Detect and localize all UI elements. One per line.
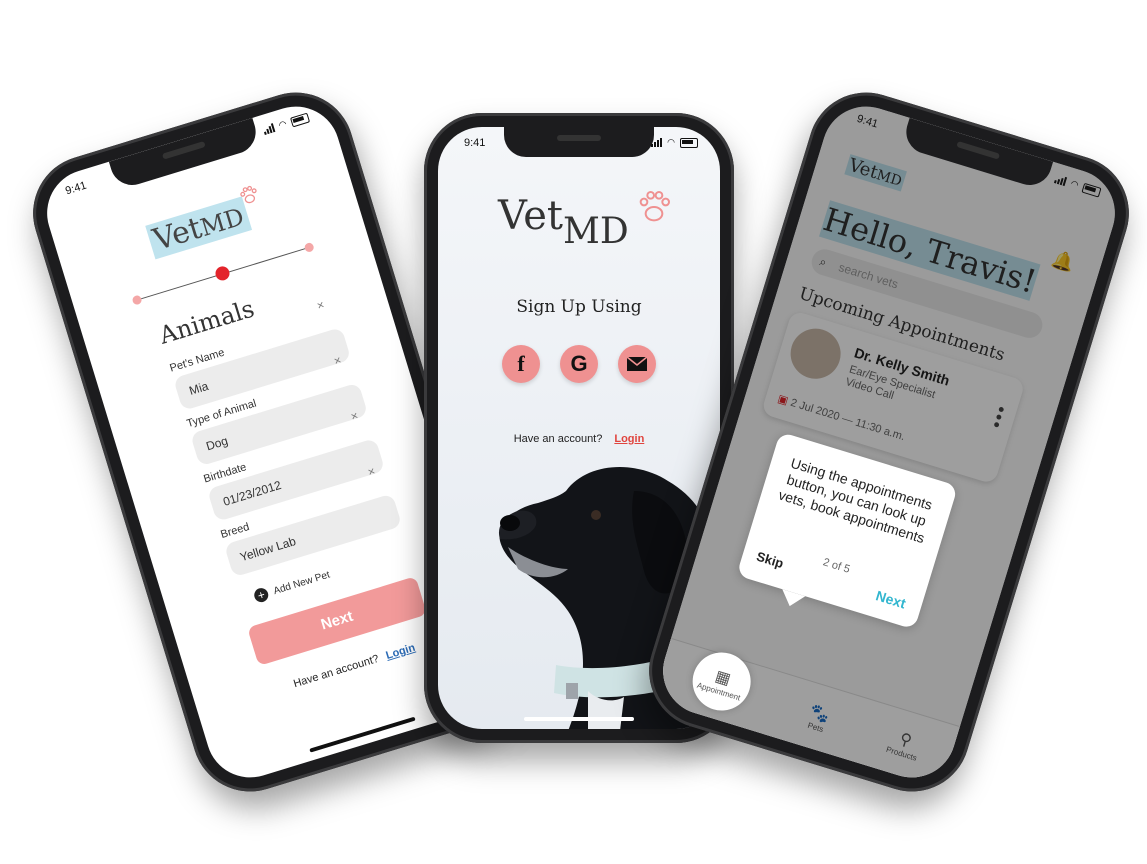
battery-icon: [289, 112, 310, 127]
add-pet-button[interactable]: + Add New Pet: [252, 568, 332, 604]
progress-step-1: [131, 294, 143, 306]
google-button[interactable]: G: [560, 345, 598, 383]
progress-step-3: [303, 241, 315, 254]
wifi-icon: ◠: [667, 137, 675, 147]
wifi-icon: ◠: [277, 118, 288, 131]
wifi-icon: ◠: [1069, 178, 1080, 190]
envelope-icon: [626, 356, 648, 371]
signal-icon: [651, 138, 663, 147]
signal-icon: [262, 123, 276, 135]
email-button[interactable]: [618, 345, 656, 383]
plus-icon: +: [252, 586, 270, 604]
status-time: 9:41: [63, 179, 88, 198]
status-icons: ◠: [262, 112, 310, 136]
logo: VetMD: [498, 193, 629, 252]
clear-icon[interactable]: ×: [315, 297, 326, 312]
paw-icon: [639, 191, 670, 222]
facebook-button[interactable]: f: [502, 345, 540, 383]
login-link[interactable]: Login: [614, 433, 644, 445]
home-indicator: [524, 717, 634, 721]
social-buttons: f G: [438, 345, 720, 383]
notch: [504, 127, 654, 157]
logo: VetMD: [145, 186, 257, 260]
battery-icon: [680, 137, 698, 148]
home-indicator: [309, 716, 416, 753]
login-link[interactable]: Login: [385, 642, 417, 662]
status-icons: ◠: [651, 137, 698, 148]
sign-up-heading: Sign Up Using: [516, 297, 642, 317]
signal-icon: [1054, 174, 1068, 187]
login-prompt: Have an account?Login: [513, 433, 645, 445]
status-time: 9:41: [464, 137, 486, 149]
progress-step-2-active: [213, 264, 232, 283]
notch: [108, 117, 262, 191]
